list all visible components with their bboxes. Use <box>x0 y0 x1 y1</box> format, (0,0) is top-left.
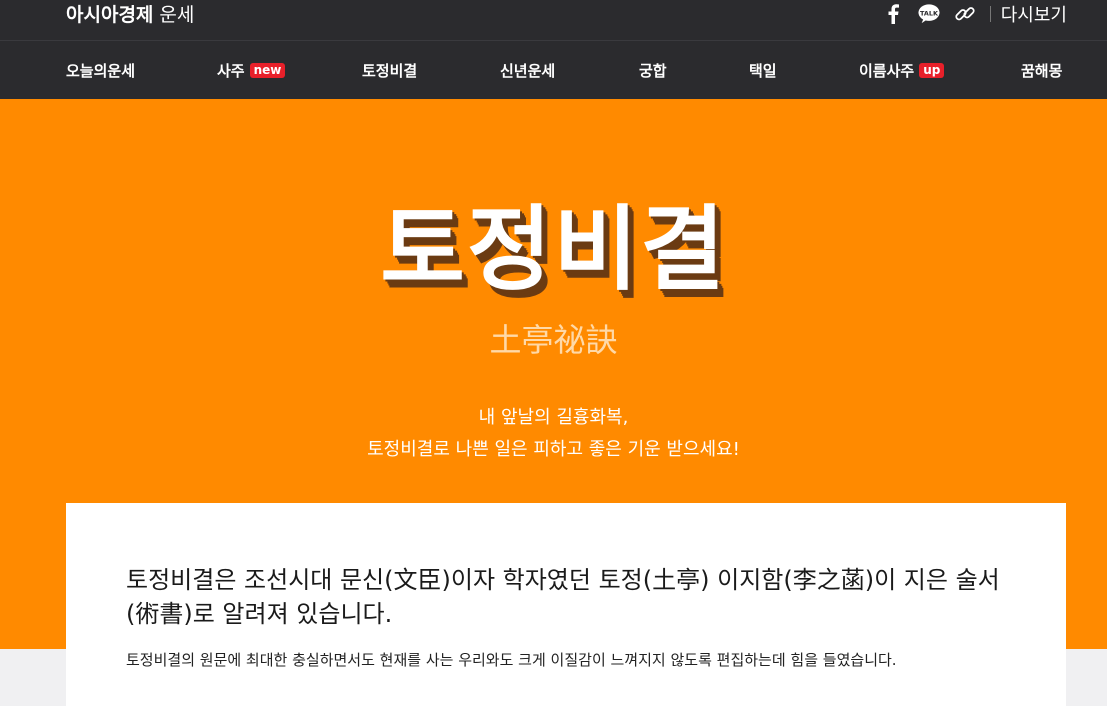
nav-item-label: 이름사주 <box>859 62 915 80</box>
share-bar: TALK 다시보기 <box>868 0 1067 28</box>
hero-description: 내 앞날의 길흉화복, 토정비결로 나쁜 일은 피하고 좋은 기운 받으세요! <box>0 402 1107 466</box>
new-badge: new <box>249 63 286 78</box>
nav-item-newyear[interactable]: 신년운세 <box>500 41 555 100</box>
nav-item-taegil[interactable]: 택일 <box>749 41 777 100</box>
intro-heading: 토정비결은 조선시대 문신(文臣)이자 학자였던 토정(土亭) 이지함(李之菡)… <box>126 566 1000 628</box>
brand-section: 운세 <box>159 3 195 26</box>
replay-button[interactable]: 다시보기 <box>1001 1 1067 27</box>
intro-card: 토정비결은 조선시대 문신(文臣)이자 학자였던 토정(土亭) 이지함(李之菡)… <box>66 503 1066 706</box>
kakaotalk-icon[interactable]: TALK <box>918 3 940 25</box>
nav-item-label: 꿈해몽 <box>1021 62 1063 80</box>
nav-item-gunghap[interactable]: 궁합 <box>639 41 667 100</box>
hero-hanja: 土亭祕訣 <box>489 321 618 359</box>
link-icon[interactable] <box>954 3 976 25</box>
nav-item-name-saju[interactable]: 이름사주 up <box>859 41 945 100</box>
facebook-icon[interactable] <box>882 3 904 25</box>
nav-item-label: 궁합 <box>639 62 667 80</box>
brand-logo[interactable]: 아시아경제 운세 <box>66 0 194 26</box>
nav-item-label: 택일 <box>749 62 777 80</box>
main-nav: 오늘의운세 사주 new 토정비결 신년운세 궁합 택일 이름사주 up 꿈해몽 <box>0 40 1107 99</box>
nav-item-saju[interactable]: 사주 new <box>217 41 286 100</box>
top-bar: 아시아경제 운세 TALK 다시보기 <box>0 0 1107 40</box>
intro-subtext: 토정비결의 원문에 최대한 충실하면서도 현재를 사는 우리와도 크게 이질감이… <box>126 651 897 669</box>
svg-text:TALK: TALK <box>920 9 939 17</box>
nav-item-label: 오늘의운세 <box>66 62 136 80</box>
hero-desc-line: 토정비결로 나쁜 일은 피하고 좋은 기운 받으세요! <box>367 439 740 460</box>
nav-item-label: 신년운세 <box>500 62 556 80</box>
nav-item-dream[interactable]: 꿈해몽 <box>1021 41 1062 100</box>
brand-name: 아시아경제 <box>66 3 154 26</box>
nav-item-label: 사주 <box>217 62 245 80</box>
nav-item-today[interactable]: 오늘의운세 <box>66 41 135 100</box>
nav-item-label: 토정비결 <box>362 62 418 80</box>
hero-desc-line: 내 앞날의 길흉화복, <box>478 407 629 428</box>
divider <box>989 6 991 22</box>
up-badge: up <box>919 63 945 78</box>
hero-title: 토정비결 <box>380 196 727 303</box>
nav-item-tojeong[interactable]: 토정비결 <box>362 41 417 100</box>
